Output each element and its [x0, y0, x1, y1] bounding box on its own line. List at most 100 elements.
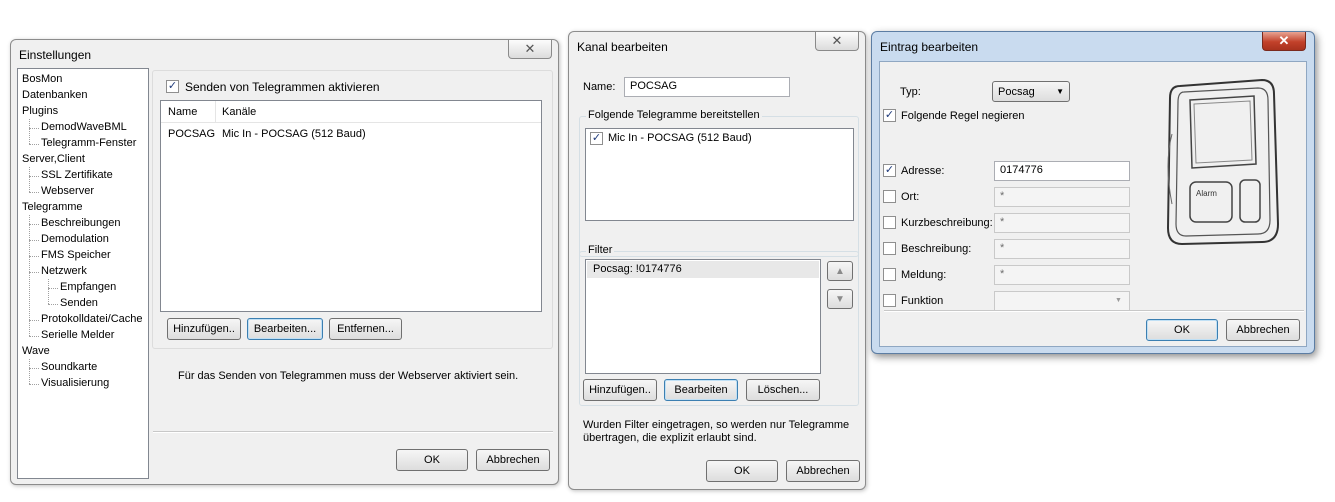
tree-item[interactable]: Serielle Melder [41, 329, 114, 341]
tree-connector [29, 192, 39, 193]
channel-ok-button[interactable]: OK [706, 460, 778, 482]
tree-item[interactable]: Soundkarte [41, 361, 97, 373]
filter-edit-button[interactable]: Bearbeiten [664, 379, 738, 401]
check-icon: ✓ [167, 80, 178, 92]
settings-close-button[interactable]: ✕ [508, 40, 552, 59]
tree-item[interactable]: Demodulation [41, 233, 109, 245]
tree-item[interactable]: Visualisierung [41, 377, 109, 389]
tree-item[interactable]: Telegramm-Fenster [41, 137, 136, 149]
field-label: Meldung: [901, 269, 947, 281]
field-label: Ort: [901, 191, 920, 203]
move-down-button[interactable]: ▼ [827, 289, 853, 309]
tree-connector [29, 320, 39, 321]
field-input[interactable]: * [994, 265, 1130, 285]
add-button[interactable]: Hinzufügen.. [167, 318, 241, 340]
chevron-down-icon: ▼ [1115, 297, 1122, 304]
name-label: Name: [583, 81, 616, 93]
entry-close-button[interactable]: ✕ [1262, 32, 1306, 51]
tree-item[interactable]: Wave [22, 345, 50, 357]
entry-window: Eintrag bearbeiten ✕ Typ: Pocsag ▼ ✓ Fol… [871, 31, 1315, 354]
enable-sending-checkbox[interactable]: ✓ [166, 80, 179, 93]
tree-connector [48, 279, 49, 304]
entry-window-title: Eintrag bearbeiten [880, 40, 979, 54]
check-icon: ✓ [884, 164, 895, 176]
name-input[interactable]: POCSAG [624, 77, 790, 97]
entry-cancel-button[interactable]: Abbrechen [1226, 319, 1300, 341]
tree-connector [29, 272, 39, 273]
tree-connector [29, 359, 30, 384]
tree-item[interactable]: Datenbanken [22, 89, 87, 101]
tree-item[interactable]: Plugins [22, 105, 58, 117]
provide-item-checkbox[interactable]: ✓ [590, 132, 603, 145]
settings-cancel-button[interactable]: Abbrechen [476, 449, 550, 471]
filter-delete-button[interactable]: Löschen... [746, 379, 820, 401]
close-icon: ✕ [831, 33, 843, 48]
field-checkbox[interactable] [883, 216, 896, 229]
provide-item-label: Mic In - POCSAG (512 Baud) [608, 132, 752, 144]
tree-item[interactable]: FMS Speicher [41, 249, 111, 261]
field-input[interactable]: 0174776 [994, 161, 1130, 181]
filter-label: Filter [586, 244, 615, 256]
pager-text: Alarm [1196, 189, 1217, 198]
webserver-info-text: Für das Senden von Telegrammen muss der … [178, 370, 519, 382]
typ-dropdown[interactable]: Pocsag ▼ [992, 81, 1070, 102]
tree-item[interactable]: Telegramme [22, 201, 83, 213]
enable-sending-label: Senden von Telegrammen aktivieren [185, 80, 380, 94]
tree-item[interactable]: Beschreibungen [41, 217, 121, 229]
tree-item[interactable]: BosMon [22, 73, 62, 85]
field-input[interactable]: * [994, 213, 1130, 233]
field-label: Adresse: [901, 165, 945, 177]
field-checkbox[interactable] [883, 190, 896, 203]
move-up-button[interactable]: ▲ [827, 261, 853, 281]
settings-ok-button[interactable]: OK [396, 449, 468, 471]
close-icon: ✕ [524, 41, 536, 56]
column-header-channels[interactable]: Kanäle [222, 106, 256, 118]
negate-checkbox[interactable]: ✓ [883, 109, 896, 122]
entry-ok-button[interactable]: OK [1146, 319, 1218, 341]
tree-connector [29, 167, 30, 192]
row-name-cell: POCSAG [168, 128, 216, 140]
field-checkbox[interactable]: ✓ [883, 164, 896, 177]
table-row[interactable]: POCSAG Mic In - POCSAG (512 Baud) [161, 125, 541, 143]
tree-item[interactable]: Server,Client [22, 153, 85, 165]
field-input[interactable]: * [994, 187, 1130, 207]
pager-illustration: Alarm [1166, 78, 1280, 246]
tree-item[interactable]: Protokolldatei/Cache [41, 313, 143, 325]
tree-item[interactable]: Senden [60, 297, 98, 309]
tree-item[interactable]: Webserver [41, 185, 94, 197]
tree-item[interactable]: Empfangen [60, 281, 116, 293]
tree-connector [29, 176, 39, 177]
tree-item[interactable]: SSL Zertifikate [41, 169, 113, 181]
list-item[interactable]: Pocsag: !0174776 [587, 261, 819, 278]
settings-tree: BosMon Datenbanken Plugins DemodWaveBML Tele… [17, 68, 149, 479]
tree-connector [29, 368, 39, 369]
tree-connector [29, 119, 30, 144]
chevron-down-icon: ▼ [1056, 87, 1064, 96]
field-input[interactable]: * [994, 239, 1130, 259]
tree-item[interactable]: DemodWaveBML [41, 121, 127, 133]
edit-button[interactable]: Bearbeiten... [247, 318, 323, 340]
tree-connector [29, 215, 30, 336]
tree-item[interactable]: Netzwerk [41, 265, 87, 277]
channel-window-title: Kanal bearbeiten [577, 40, 668, 54]
channel-cancel-button[interactable]: Abbrechen [786, 460, 860, 482]
tree-connector [29, 224, 39, 225]
check-icon: ✓ [884, 109, 895, 121]
tree-connector [29, 256, 39, 257]
field-label: Funktion [901, 295, 944, 307]
channel-close-button[interactable]: ✕ [815, 32, 859, 51]
negate-label: Folgende Regel negieren [901, 110, 1025, 122]
column-header-name[interactable]: Name [168, 106, 197, 118]
filter-list: Pocsag: !0174776 [585, 259, 821, 374]
function-dropdown[interactable] [994, 291, 1130, 311]
filter-add-button[interactable]: Hinzufügen.. [583, 379, 657, 401]
field-checkbox[interactable] [883, 268, 896, 281]
filter-item-label: Pocsag: !0174776 [593, 263, 682, 275]
remove-button[interactable]: Entfernen... [329, 318, 402, 340]
tree-connector [29, 240, 39, 241]
typ-label: Typ: [900, 86, 921, 98]
field-checkbox[interactable] [883, 242, 896, 255]
field-label: Beschreibung: [901, 243, 972, 255]
channel-window: Kanal bearbeiten ✕ Name: POCSAG Folgende… [568, 31, 866, 490]
field-checkbox[interactable] [883, 294, 896, 307]
